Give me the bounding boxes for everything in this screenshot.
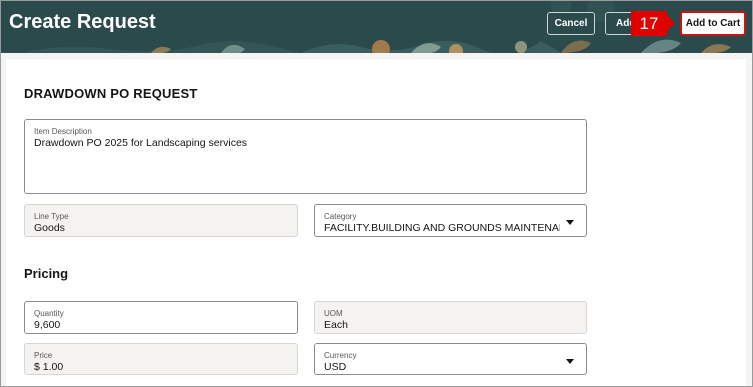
quantity-input[interactable]: Quantity 9,600: [24, 301, 298, 334]
category-select[interactable]: Category FACILITY.BUILDING AND GROUNDS M…: [314, 204, 587, 237]
add-to-cart-button[interactable]: Add to Cart: [680, 11, 746, 36]
chevron-down-icon[interactable]: [566, 359, 574, 364]
price-value: $ 1.00: [34, 361, 64, 373]
create-request-page: Create Request Cancel Add 17 Add to Cart…: [0, 0, 753, 387]
quantity-value: 9,600: [34, 319, 61, 331]
uom-field: UOM Each: [314, 301, 587, 334]
item-description-field[interactable]: Item Description Drawdown PO 2025 for La…: [24, 119, 587, 194]
category-label: Category: [324, 212, 357, 221]
currency-label: Currency: [324, 351, 357, 360]
price-field: Price $ 1.00: [24, 343, 298, 375]
step-pointer-arrow: [667, 15, 675, 31]
line-type-field: Line Type Goods: [24, 204, 298, 237]
chevron-down-icon[interactable]: [566, 220, 574, 225]
page-title: Create Request: [9, 11, 156, 33]
uom-value: Each: [324, 319, 348, 331]
currency-select[interactable]: Currency USD: [314, 343, 587, 375]
line-type-value: Goods: [34, 222, 65, 234]
page-header: Create Request Cancel Add 17 Add to Cart: [1, 1, 752, 53]
uom-label: UOM: [324, 309, 343, 318]
category-value: FACILITY.BUILDING AND GROUNDS MAINTENANC…: [324, 222, 560, 234]
line-type-label: Line Type: [34, 212, 69, 221]
step-indicator-badge: 17: [631, 11, 675, 36]
currency-value: USD: [324, 361, 347, 373]
step-number: 17: [631, 11, 667, 36]
item-description-value: Drawdown PO 2025 for Landscaping service…: [34, 137, 248, 149]
price-label: Price: [34, 351, 53, 360]
cancel-button[interactable]: Cancel: [547, 12, 595, 35]
item-description-label: Item Description: [34, 127, 92, 136]
section-title: DRAWDOWN PO REQUEST: [24, 86, 198, 101]
pricing-section-title: Pricing: [24, 266, 69, 281]
quantity-label: Quantity: [34, 309, 64, 318]
